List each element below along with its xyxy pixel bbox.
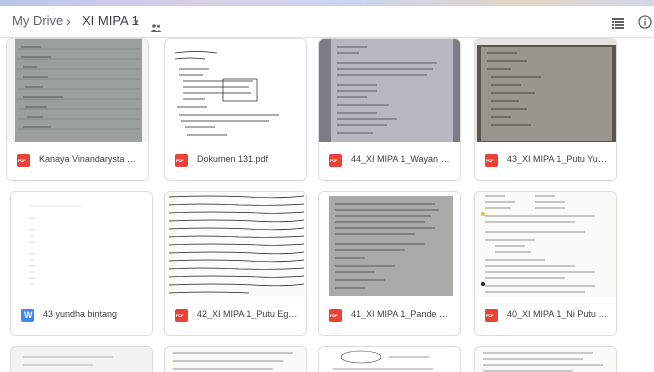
file-name: 40_XI MIPA 1_Ni Putu Ka... [507,309,610,319]
file-card[interactable]: 43 yundha bintang [10,191,153,336]
file-card[interactable] [474,346,617,372]
pdf-file-icon [175,154,188,167]
file-card[interactable]: 40_XI MIPA 1_Ni Putu Ka... [474,191,617,336]
info-icon[interactable] [638,15,652,34]
pdf-file-icon [329,309,342,322]
file-card[interactable]: Kanaya Vinandarysta Naz... [6,38,149,181]
file-thumbnail [165,39,306,144]
file-thumbnail [319,347,460,372]
file-thumbnail [7,39,148,144]
file-card[interactable] [10,346,153,372]
pdf-file-icon [485,154,498,167]
drive-header: My Drive › XI MIPA 1 ▾ [0,6,654,36]
file-thumbnail [11,347,152,372]
people-icon [150,19,162,37]
file-thumbnail [475,192,616,299]
pdf-file-icon [17,154,30,167]
breadcrumb-separator: › [66,13,71,29]
file-card[interactable]: 43_XI MIPA 1_Putu Yund... [474,38,617,181]
file-thumbnail [475,347,616,372]
file-thumbnail [11,192,152,299]
pdf-file-icon [485,309,498,322]
file-thumbnail [165,192,306,299]
file-label-row: 40_XI MIPA 1_Ni Putu Ka... [475,297,616,335]
pdf-file-icon [329,154,342,167]
file-label-row: Dokumen 131.pdf [165,142,306,180]
list-view-icon[interactable] [612,16,624,34]
breadcrumb-my-drive[interactable]: My Drive [12,13,63,28]
file-card[interactable] [318,346,461,372]
file-card[interactable]: 42_XI MIPA 1_Putu Egni T... [164,191,307,336]
file-label-row: Kanaya Vinandarysta Naz... [7,142,148,180]
file-card[interactable] [164,346,307,372]
file-card[interactable]: 44_XI MIPA 1_Wayan Wa... [318,38,461,181]
file-thumbnail [475,39,616,144]
file-thumbnail [319,192,460,299]
file-name: Dokumen 131.pdf [197,154,269,164]
file-label-row: 41_XI MIPA 1_Pande Ged... [319,297,460,335]
file-name: 43_XI MIPA 1_Putu Yund... [507,154,610,164]
file-name: 44_XI MIPA 1_Wayan Wa... [351,154,454,164]
file-thumbnail [319,39,460,144]
breadcrumb-current-folder[interactable]: XI MIPA 1 [82,13,139,28]
file-card[interactable]: Dokumen 131.pdf [164,38,307,181]
file-name: Kanaya Vinandarysta Naz... [39,154,142,164]
file-card[interactable]: 41_XI MIPA 1_Pande Ged... [318,191,461,336]
file-label-row: 43_XI MIPA 1_Putu Yund... [475,142,616,180]
file-thumbnail [165,347,306,372]
file-label-row: 43 yundha bintang [11,297,152,335]
pdf-file-icon [175,309,188,322]
file-name: 41_XI MIPA 1_Pande Ged... [351,309,454,319]
file-name: 42_XI MIPA 1_Putu Egni T... [197,309,300,319]
word-file-icon [21,309,34,322]
file-label-row: 42_XI MIPA 1_Putu Egni T... [165,297,306,335]
file-name: 43 yundha bintang [43,309,118,319]
file-label-row: 44_XI MIPA 1_Wayan Wa... [319,142,460,180]
chevron-down-icon[interactable]: ▾ [134,17,139,28]
